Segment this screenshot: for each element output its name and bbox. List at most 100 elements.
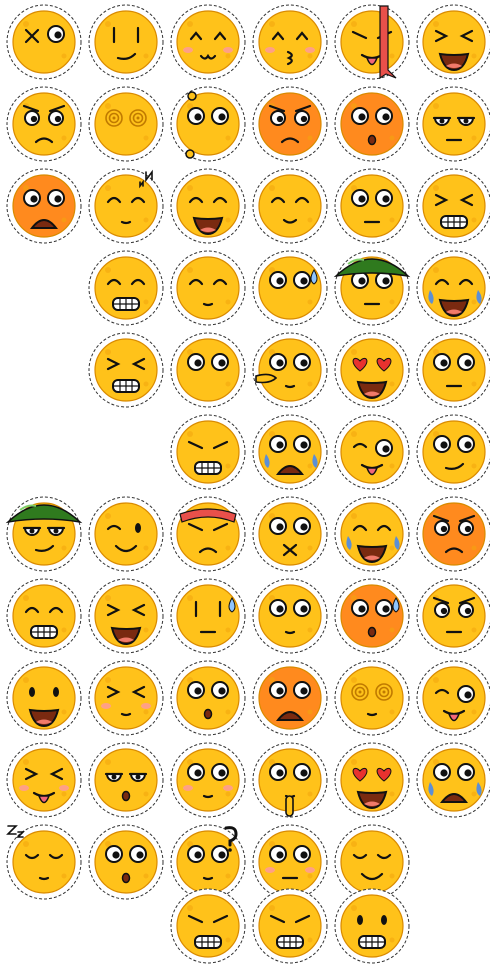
mouth-small	[202, 302, 214, 307]
mouth-teeth	[194, 461, 222, 475]
mouth-teeth	[194, 935, 222, 949]
emoji-headband-frown	[170, 496, 246, 572]
emoji-shocked-orange	[334, 86, 410, 162]
mouth-teeth	[276, 935, 304, 949]
emoji-bared-teeth	[334, 888, 410, 964]
face	[94, 174, 158, 238]
mouth-small	[202, 794, 214, 799]
mouth-small-o	[121, 872, 131, 884]
emoji-dizzy-swirl	[88, 86, 164, 162]
emoji-calm-smile	[252, 168, 328, 244]
mouth-small	[366, 712, 378, 717]
emoji-bored-eyes	[88, 742, 164, 818]
blush-left	[265, 867, 275, 873]
face	[422, 92, 486, 156]
mouth-teeth	[30, 625, 58, 639]
blush-right	[305, 47, 315, 53]
face	[340, 830, 404, 894]
emoji-blushing-cute	[170, 4, 246, 80]
face	[340, 666, 404, 730]
emoji-sobbing-blue	[252, 414, 328, 490]
mouth-teeth	[112, 379, 140, 393]
face	[94, 748, 158, 812]
emoji-pointing-hand	[252, 332, 328, 408]
face	[94, 92, 158, 156]
mouth-small	[284, 384, 296, 389]
mouth-small	[202, 876, 214, 881]
emoji-big-grin-teeth	[6, 578, 82, 654]
emoji-startled-dots	[170, 86, 246, 162]
face	[94, 830, 158, 894]
emoji-surprised-brows	[170, 660, 246, 736]
face	[258, 174, 322, 238]
face	[176, 92, 240, 156]
emoji-tongue-out-ribbon	[334, 4, 410, 80]
accessory-letters-z	[6, 825, 25, 838]
emoji-wink-smile	[88, 496, 164, 572]
emoji-dazed-look	[170, 332, 246, 408]
emoji-peeking-side	[416, 414, 490, 490]
emoji-smug-blush	[6, 742, 82, 818]
emoji-tongue-wink	[416, 660, 490, 736]
emoji-nervous-orange	[334, 578, 410, 654]
mouth-small	[120, 220, 132, 225]
emoji-crying-side	[416, 742, 490, 818]
emoji-sleeping-z	[6, 824, 82, 900]
emoji-kissy-blush	[252, 4, 328, 80]
emoji-x-eye-wink	[6, 4, 82, 80]
blush-left	[19, 785, 29, 791]
emoji-side-glance	[170, 250, 246, 326]
blush-right	[141, 703, 151, 709]
face	[12, 10, 76, 74]
emoji-annoyed-flat	[416, 86, 490, 162]
emoji-mouth-x	[252, 496, 328, 572]
emoji-wide-eyes	[334, 168, 410, 244]
emoji-side-eye-smirk	[88, 4, 164, 80]
mouth-teeth	[112, 297, 140, 311]
blush-right	[59, 785, 69, 791]
blush-right	[223, 785, 233, 791]
emoji-shushing-finger	[252, 742, 328, 818]
mouth-teeth	[358, 935, 386, 949]
face	[94, 502, 158, 566]
emoji-worried-look-up	[252, 578, 328, 654]
face	[258, 338, 322, 402]
emoji-joy-tears	[334, 496, 410, 572]
face	[258, 830, 322, 894]
face	[176, 666, 240, 730]
mouth-small	[38, 876, 50, 881]
emoji-disappointed	[416, 578, 490, 654]
emoji-teeth-side	[88, 250, 164, 326]
blush-right	[305, 867, 315, 873]
emoji-skeptical	[416, 332, 490, 408]
emoji-dizzy-swirl-2	[334, 660, 410, 736]
face	[422, 502, 486, 566]
mouth-small	[120, 712, 132, 717]
face	[176, 748, 240, 812]
mouth-small-o	[203, 708, 213, 720]
mouth-small-o	[367, 134, 377, 146]
blush-left	[101, 703, 111, 709]
face	[176, 338, 240, 402]
blush-left	[183, 785, 193, 791]
face	[258, 502, 322, 566]
face	[340, 174, 404, 238]
emoji-big-laugh	[170, 168, 246, 244]
emoji-furious-orange	[252, 86, 328, 162]
emoji-green-helmet	[333, 250, 411, 326]
emoji-teeth-grin-squint	[416, 168, 490, 244]
face	[340, 92, 404, 156]
emoji-silly-tongue	[334, 414, 410, 490]
emoji-mad-orange	[416, 496, 490, 572]
face	[94, 666, 158, 730]
emoji-gritted-teeth	[170, 414, 246, 490]
face	[258, 256, 322, 320]
accessory-finger	[285, 795, 294, 817]
mouth-small-o	[121, 790, 131, 802]
face	[258, 584, 322, 648]
mouth-teeth	[440, 215, 468, 229]
emoji-scrunched-blush	[88, 660, 164, 736]
blush-left	[183, 47, 193, 53]
emoji-sleepy-n	[88, 168, 164, 244]
emoji-sneaky-grin	[252, 888, 328, 964]
